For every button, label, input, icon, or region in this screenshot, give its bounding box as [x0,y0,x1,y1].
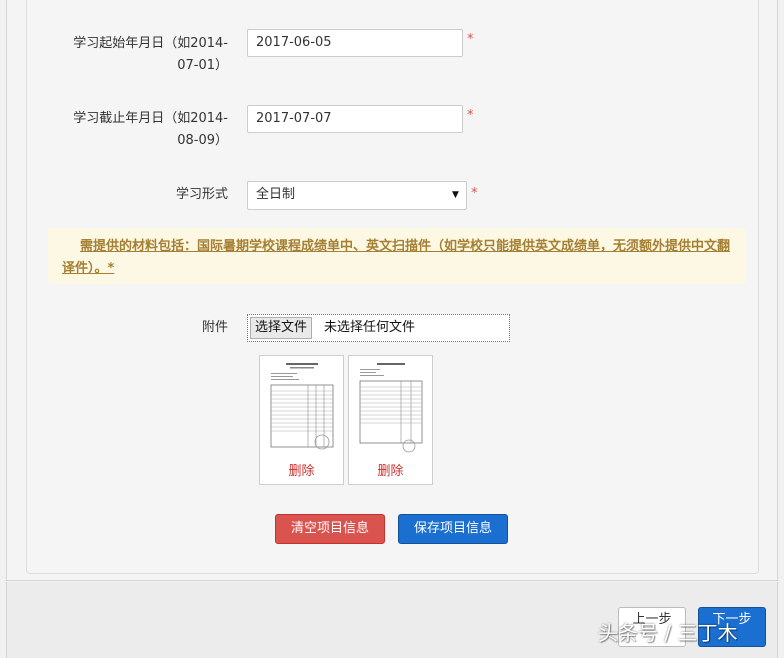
study-mode-selected: 全日制 [256,187,296,202]
clear-project-button[interactable]: 清空项目信息 [275,514,385,544]
study-mode-select[interactable]: 全日制 [247,181,467,210]
watermark-text: 头条号 / 三丁木 [598,621,738,645]
start-date-label: 学习起始年月日（如2014- 07-01） [40,33,228,77]
materials-notice-text: 需提供的材料包括：国际暑期学校课程成绩单中、英文扫描件（如学校只能提供英文成绩单… [62,239,731,276]
end-date-input[interactable]: 2017-07-07 [247,105,463,133]
attachment-thumbnail[interactable]: 删除 [259,355,344,485]
attachment-label: 附件 [201,320,228,335]
form-panel [26,0,759,574]
end-date-label: 学习截止年月日（如2014- 08-09） [40,108,228,152]
study-mode-label: 学习形式 [175,187,228,202]
file-input[interactable]: 选择文件 未选择任何文件 [247,314,510,342]
start-date-label-line2: 07-01） [177,58,228,73]
file-status-text: 未选择任何文件 [324,320,416,335]
transcript-preview-icon [357,360,425,454]
start-date-required-mark: * [467,32,474,47]
choose-file-button[interactable]: 选择文件 [250,317,313,339]
transcript-preview-icon [268,360,336,454]
end-date-required-mark: * [467,108,474,123]
chevron-down-icon[interactable]: ▼ [452,190,459,200]
save-project-button[interactable]: 保存项目信息 [398,514,508,544]
attachment-thumbnail[interactable]: 删除 [348,355,433,485]
study-mode-required-mark: * [471,186,478,201]
end-date-label-line2: 08-09） [177,133,228,148]
start-date-input[interactable]: 2017-06-05 [247,29,463,57]
delete-attachment-link[interactable]: 删除 [260,460,343,479]
materials-notice: 需提供的材料包括：国际暑期学校课程成绩单中、英文扫描件（如学校只能提供英文成绩单… [48,228,746,284]
end-date-label-line1: 学习截止年月日（如2014- [73,111,228,126]
delete-attachment-link[interactable]: 删除 [349,460,432,479]
start-date-label-line1: 学习起始年月日（如2014- [73,36,228,51]
